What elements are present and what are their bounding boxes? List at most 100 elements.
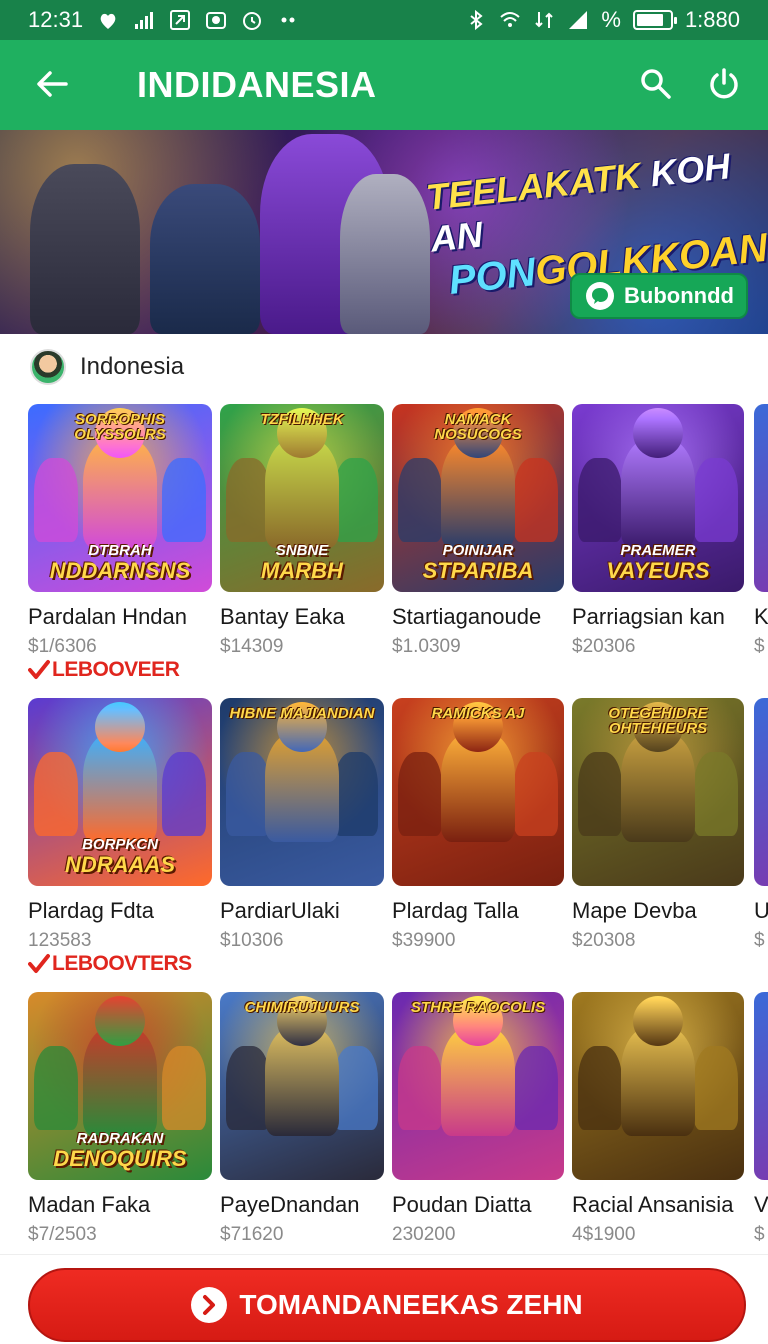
- game-title: Mape Devba: [572, 898, 697, 923]
- game-card-partial[interactable]: V $: [754, 992, 768, 1246]
- game-art-figure: [334, 458, 378, 542]
- game-price: $: [754, 930, 765, 951]
- game-thumbnail[interactable]: TZFILHHEK SNBNE MARBH: [220, 404, 384, 592]
- game-art-hero: [441, 1026, 515, 1136]
- cta-button[interactable]: TOMANDANEEKAS ZEHN: [28, 1268, 746, 1342]
- power-button[interactable]: [702, 62, 746, 106]
- game-art-figure: [578, 752, 622, 836]
- game-title: Poudan Diatta: [392, 1192, 532, 1217]
- game-card[interactable]: Racial Ansanisia 4$1900: [572, 992, 744, 1246]
- game-thumbnail[interactable]: CHIMIRUJUURS: [220, 992, 384, 1180]
- game-art-name: DENOQUIRS: [53, 1145, 187, 1171]
- cell-signal-icon: [567, 9, 589, 31]
- game-card[interactable]: OTEGEHIDRE OHTEHIEURS Mape Devba $20308: [572, 698, 744, 952]
- game-art-title: RAMICKS AJ: [431, 705, 525, 722]
- game-art-subtitle: PRAEMER: [620, 542, 696, 560]
- game-thumbnail[interactable]: [754, 992, 768, 1180]
- game-card[interactable]: BORPKCN NDRAAAS Plardag Fdta 123583: [28, 698, 212, 952]
- promo-tag: LEBOOVEER: [28, 658, 180, 682]
- game-card-partial[interactable]: K $: [754, 404, 768, 658]
- game-art-figure: [694, 752, 738, 836]
- game-card[interactable]: PRAEMER VAYEURS Parriagsian kan $20306: [572, 404, 744, 658]
- game-card[interactable]: SORROPHIS OLYSSOLRS DTBRAH NDDARNSNS Pardal…: [28, 404, 212, 658]
- game-card[interactable]: HIBNE MAJIANDIAN PardiarUlaki $10306: [220, 698, 384, 952]
- game-card[interactable]: STHRE RAOCOLIS Poudan Diatta 230200: [392, 992, 564, 1246]
- game-art-hero: [265, 1026, 339, 1136]
- data-icon: [533, 9, 555, 31]
- game-price: $39900: [392, 930, 456, 951]
- game-art-figure: [694, 1046, 738, 1130]
- game-thumbnail[interactable]: [754, 698, 768, 886]
- more-dots-icon: [277, 9, 299, 31]
- game-title: Bantay Eaka: [220, 604, 345, 629]
- game-art-hero: [621, 438, 695, 548]
- game-thumbnail[interactable]: OTEGEHIDRE OHTEHIEURS: [572, 698, 744, 886]
- power-icon: [710, 68, 738, 99]
- battery-icon: [632, 10, 677, 30]
- game-card[interactable]: RAMICKS AJ Plardag Talla $39900: [392, 698, 564, 952]
- game-thumbnail[interactable]: PRAEMER VAYEURS: [572, 404, 744, 592]
- game-card[interactable]: NAMACK NOSUCOGS POINIJAR STPARIBA Startiaga…: [392, 404, 564, 658]
- game-card[interactable]: CHIMIRUJUURS PayeDnandan $71620: [220, 992, 384, 1246]
- game-art-subtitle: DTBRAH: [88, 542, 152, 560]
- game-art-subtitle: POINIJAR: [442, 542, 514, 560]
- game-art-figure: [162, 458, 206, 542]
- game-price: $71620: [220, 1224, 284, 1245]
- search-icon: [641, 69, 671, 99]
- game-thumbnail[interactable]: [572, 992, 744, 1180]
- game-thumbnail[interactable]: SORROPHIS OLYSSOLRS DTBRAH NDDARNSNS: [28, 404, 212, 592]
- back-button[interactable]: [30, 62, 74, 106]
- game-art-figure: [398, 1046, 442, 1130]
- game-price: $1/6306: [28, 636, 97, 657]
- banner-chat-button[interactable]: Bubonndd: [570, 273, 748, 319]
- game-title: Madan Faka: [28, 1192, 151, 1217]
- game-art-figure: [226, 458, 270, 542]
- game-art-figure: [334, 752, 378, 836]
- game-art-figure: [578, 1046, 622, 1130]
- region-selector[interactable]: Indonesia: [30, 348, 184, 386]
- game-art-title: CHIMIRUJUURS: [244, 999, 360, 1016]
- game-thumbnail[interactable]: HIBNE MAJIANDIAN: [220, 698, 384, 886]
- game-art-hero: [265, 438, 339, 548]
- check-icon: [28, 660, 50, 679]
- promo-banner[interactable]: TEELAKATK KOH AN PONGOLKKOAN Bubonndd: [0, 130, 768, 334]
- game-thumbnail[interactable]: RAMICKS AJ: [392, 698, 564, 886]
- region-avatar: [30, 349, 66, 385]
- game-art-subtitle: SNBNE: [275, 542, 329, 560]
- game-thumbnail[interactable]: BORPKCN NDRAAAS: [28, 698, 212, 886]
- game-art-figure: [34, 458, 78, 542]
- arrow-right-icon: [191, 1287, 228, 1323]
- search-button[interactable]: [634, 62, 678, 106]
- game-art-name: NDDARNSNS: [49, 557, 191, 583]
- game-title: Pardalan Hndan: [28, 604, 188, 629]
- game-thumbnail[interactable]: RADRAKAN DENOQUIRS: [28, 992, 212, 1180]
- banner-character-guitarist: [150, 184, 260, 334]
- game-thumbnail[interactable]: [754, 404, 768, 592]
- bluetooth-icon: [465, 9, 487, 31]
- game-card-partial[interactable]: U $: [754, 698, 768, 952]
- game-art-title: TZFILHHEK: [260, 411, 344, 428]
- game-art-title: NAMACK NOSUCOGS: [434, 411, 522, 443]
- game-art-figure: [514, 1046, 558, 1130]
- game-price: 230200: [392, 1224, 456, 1245]
- game-art-figure: [226, 752, 270, 836]
- game-thumbnail[interactable]: NAMACK NOSUCOGS POINIJAR STPARIBA: [392, 404, 564, 592]
- game-title: K: [754, 604, 768, 629]
- chat-icon: [586, 282, 614, 310]
- cta-button-label: TOMANDANEEKAS ZEHN: [239, 1289, 583, 1320]
- game-title: Racial Ansanisia: [572, 1192, 734, 1217]
- game-price: $: [754, 636, 765, 657]
- game-card[interactable]: RADRAKAN DENOQUIRS Madan Faka $7/2503: [28, 992, 212, 1246]
- game-art-figure: [578, 458, 622, 542]
- game-title: V: [754, 1192, 768, 1217]
- game-price: $7/2503: [28, 1224, 97, 1245]
- game-art-figure: [694, 458, 738, 542]
- game-card[interactable]: TZFILHHEK SNBNE MARBH Bantay Eaka $14309: [220, 404, 384, 658]
- game-art-hero: [83, 1026, 157, 1136]
- game-art-figure: [162, 1046, 206, 1130]
- banner-headline-line2a: PON: [446, 250, 538, 303]
- game-thumbnail[interactable]: STHRE RAOCOLIS: [392, 992, 564, 1180]
- game-art-logo: DTBRAH NDDARNSNS: [34, 543, 206, 582]
- banner-character-warrior: [30, 164, 140, 334]
- game-art-title: STHRE RAOCOLIS: [410, 999, 546, 1016]
